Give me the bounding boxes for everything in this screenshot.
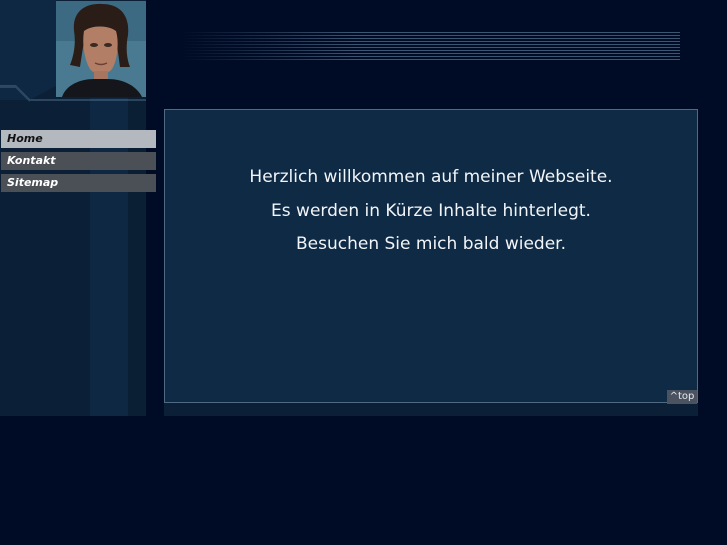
nav-item-kontakt[interactable]: Kontakt bbox=[1, 152, 156, 170]
welcome-text-line-1: Herzlich willkommen auf meiner Webseite. bbox=[249, 167, 613, 187]
main-navigation: Home Kontakt Sitemap bbox=[1, 130, 156, 196]
nav-item-home[interactable]: Home bbox=[1, 130, 156, 148]
welcome-text-line-2: Es werden in Kürze Inhalte hinterlegt. bbox=[271, 201, 591, 221]
gutter bbox=[146, 0, 164, 545]
page: Home Kontakt Sitemap Herzlich willkommen… bbox=[0, 0, 727, 545]
content-area: Herzlich willkommen auf meiner Webseite.… bbox=[164, 109, 698, 416]
portrait-image bbox=[56, 1, 146, 97]
content-panel: Herzlich willkommen auf meiner Webseite.… bbox=[164, 109, 698, 404]
back-to-top-link[interactable]: ^top bbox=[667, 390, 697, 404]
nav-item-sitemap[interactable]: Sitemap bbox=[1, 174, 156, 192]
portrait-photo bbox=[56, 1, 147, 97]
welcome-text-line-3: Besuchen Sie mich bald wieder. bbox=[296, 234, 566, 254]
header-stripes-banner bbox=[180, 32, 680, 62]
